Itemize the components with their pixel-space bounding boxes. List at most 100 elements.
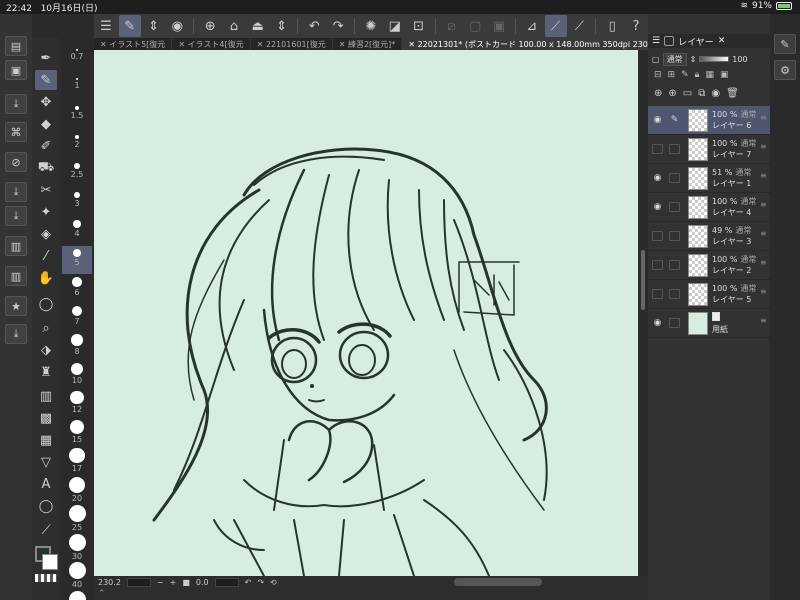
layer-drag-handle-icon[interactable]: ≡ [760, 259, 767, 267]
layer-row[interactable]: 100 % 通常 レイヤー 7 ≡ [648, 135, 770, 164]
visibility-eye-icon[interactable] [652, 231, 663, 241]
brush-tool-icon[interactable]: ✐ [35, 136, 57, 156]
eyedropper-tool-icon[interactable]: ⁄ [35, 246, 57, 266]
device-icon[interactable]: ▯ [601, 15, 623, 37]
airbrush-tool-icon[interactable]: ⛟ [35, 158, 57, 178]
visibility-eye-icon[interactable] [652, 289, 663, 299]
layer-drag-handle-icon[interactable]: ≡ [760, 201, 767, 209]
image-icon[interactable]: ▥ [5, 266, 27, 286]
lasso-tool-icon[interactable]: ◯ [35, 294, 57, 314]
layer-drag-handle-icon[interactable]: ≡ [760, 317, 767, 325]
brush-size-item[interactable]: 15 [62, 417, 92, 445]
zoom-tool-icon[interactable]: ⌕ [35, 318, 57, 338]
brush-size-item[interactable]: 17 [62, 445, 92, 473]
favorite-icon[interactable]: ★ [5, 296, 27, 316]
panel-close-icon[interactable]: ✕ [718, 36, 726, 46]
stamp-tool-icon[interactable]: ♜ [35, 362, 57, 382]
visibility-eye-icon[interactable] [652, 260, 663, 270]
edit-mode-icon[interactable]: ✎ [118, 15, 141, 37]
brush-size-item[interactable]: 4 [62, 217, 92, 245]
ruler-snap-icon[interactable]: ⟋ [569, 15, 591, 37]
figure-tool-icon[interactable]: ▽ [35, 452, 57, 472]
material-icon[interactable]: ⌘ [5, 122, 27, 142]
balloon-tool-icon[interactable]: ◯ [35, 496, 57, 516]
layer-drag-handle-icon[interactable]: ≡ [760, 114, 767, 122]
edit-target-pencil-icon[interactable] [669, 231, 680, 241]
document-tab[interactable]: ✕ イラスト4[復元 [172, 38, 251, 50]
lock-icon[interactable]: 🔒︎ [695, 70, 700, 84]
opacity-slider[interactable] [699, 56, 730, 62]
chevron-updown-icon[interactable]: ⇕ [143, 15, 165, 37]
pen-tool-icon[interactable]: ✒ [35, 48, 57, 68]
zoom-value[interactable]: 230.2 [98, 578, 121, 587]
zoom-slider[interactable] [126, 577, 151, 587]
help-icon[interactable]: ? [625, 15, 647, 37]
opacity-value[interactable]: 100 [732, 55, 747, 64]
rotation-value[interactable]: 0.0 [196, 578, 209, 587]
edit-target-pencil-icon[interactable] [669, 289, 680, 299]
blend-mode-chevron-icon[interactable]: ⇕ [690, 55, 697, 64]
magic-wand-icon[interactable]: ✦ [35, 202, 57, 222]
layer-drag-handle-icon[interactable]: ≡ [760, 288, 767, 296]
ruler-icon[interactable]: ⊿ [521, 15, 543, 37]
transparent-color-swatch[interactable] [35, 574, 57, 582]
reset-rotation-icon[interactable]: ⟲ [270, 578, 277, 587]
brush-snap-icon[interactable]: ⟋ [544, 15, 567, 37]
export-icon[interactable]: ⤓ [5, 182, 27, 202]
layer-row[interactable]: 49 % 通常 レイヤー 3 ≡ [648, 222, 770, 251]
brush-settings-icon[interactable]: ✎ [774, 34, 796, 54]
brush-size-item[interactable]: 1 [62, 75, 92, 103]
rotate-left-icon[interactable]: ↶ [245, 578, 252, 587]
frame-tool-icon[interactable]: ▦ [35, 430, 57, 450]
new-raster-layer-icon[interactable]: ⊕ [654, 88, 662, 104]
hand-tool-icon[interactable]: ✋ [35, 268, 57, 288]
settings-icon[interactable]: ⊘ [5, 152, 27, 172]
visibility-eye-icon[interactable]: ◉ [652, 202, 663, 212]
gradient-tool-icon[interactable]: ▥ [35, 386, 57, 406]
document-tab[interactable]: ✕ 22101601[復元 [251, 38, 333, 50]
deselect-icon[interactable]: ▣ [488, 15, 510, 37]
reference-icon[interactable]: ⊞ [668, 70, 676, 84]
menu-icon[interactable]: ☰ [95, 15, 117, 37]
brush-size-item[interactable]: 3 [62, 189, 92, 217]
open-file-icon[interactable]: ▣ [5, 60, 27, 80]
duplicate-layer-icon[interactable]: ⧉ [698, 88, 705, 104]
move-tool-icon[interactable]: ✥ [35, 92, 57, 112]
save-icon[interactable]: ⤓ [5, 324, 27, 344]
decoration-tool-icon[interactable]: ✂ [35, 180, 57, 200]
new-canvas-icon[interactable]: ▤ [5, 36, 27, 56]
visibility-eye-icon[interactable]: ◉ [652, 318, 663, 328]
new-folder-icon[interactable]: ▭ [683, 88, 692, 104]
pencil-tool-icon[interactable]: ✎ [35, 70, 57, 90]
navigator-chevron-icon[interactable]: ⌃ [98, 589, 106, 599]
blend-mode-select[interactable]: 通常 [662, 52, 687, 66]
lock-transparent-icon[interactable]: ▦ [705, 70, 714, 84]
edit-target-pencil-icon[interactable] [669, 202, 680, 212]
layer-row[interactable]: ◉ 用紙 ≡ [648, 309, 770, 338]
brush-size-item[interactable]: 12 [62, 388, 92, 416]
clear-icon[interactable]: ⧄ [441, 15, 463, 37]
select-all-icon[interactable]: ▢ [464, 15, 486, 37]
canvas-horizontal-scrollbar[interactable] [454, 578, 542, 586]
loading-icon[interactable]: ✺ [360, 15, 382, 37]
canvas-vertical-scrollbar[interactable] [638, 50, 648, 576]
undo-icon[interactable]: ↶ [303, 15, 325, 37]
rotation-slider[interactable] [214, 577, 239, 587]
tool-property-icon[interactable]: ⚙ [774, 60, 796, 80]
document-tab[interactable]: ✕ 練習2[復元]* [333, 38, 403, 50]
brush-size-item[interactable]: 6 [62, 274, 92, 302]
brush-size-item[interactable]: 7 [62, 303, 92, 331]
document-tab[interactable]: ✕ イラスト5[復元 [94, 38, 173, 50]
transform-icon[interactable]: ⊡ [408, 15, 430, 37]
brush-size-item[interactable]: 1.5 [62, 103, 92, 131]
layer-drag-handle-icon[interactable]: ≡ [760, 143, 767, 151]
edit-target-pencil-icon[interactable] [669, 144, 680, 154]
brush-size-item[interactable]: 25 [62, 502, 92, 532]
brush-size-item[interactable]: 50 [62, 588, 92, 600]
import-icon[interactable]: ⤓ [5, 94, 27, 114]
open-folder-icon[interactable]: ⌂ [223, 15, 245, 37]
edit-target-pencil-icon[interactable]: ✎ [669, 115, 680, 125]
eraser-tool-icon[interactable]: ◆ [35, 114, 57, 134]
layer-type-icon[interactable]: ▢ [652, 55, 660, 64]
delete-layer-icon[interactable]: 🗑︎ [726, 88, 739, 104]
